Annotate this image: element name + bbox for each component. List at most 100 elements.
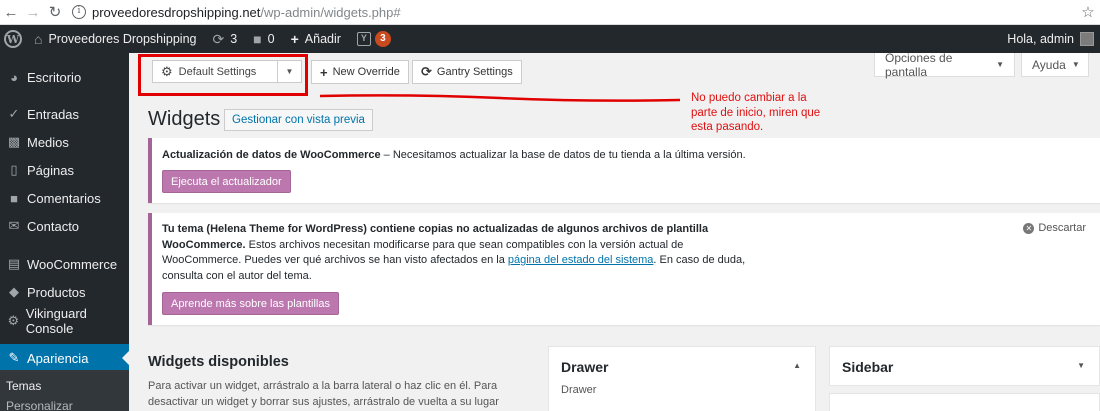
updates-count: 3 xyxy=(230,32,238,46)
media-icon: ▩ xyxy=(7,134,21,149)
comments-count: 0 xyxy=(267,32,275,46)
sidebar-item-vikinguard[interactable]: ⚙ Vikinguard Console xyxy=(0,306,129,336)
sidebar-item-label: Entradas xyxy=(27,106,80,122)
wordpress-logo-icon: W xyxy=(4,30,22,48)
sidebar-item-comentarios[interactable]: ■ Comentarios xyxy=(0,184,129,212)
system-status-link[interactable]: página del estado del sistema xyxy=(508,254,654,266)
forward-icon[interactable]: → xyxy=(22,1,44,23)
help-label: Ayuda xyxy=(1032,57,1066,72)
sidebar-item-label: Vikinguard Console xyxy=(25,306,87,336)
gantry-settings-button[interactable]: ⟳ Gantry Settings xyxy=(412,60,522,84)
sidebar-item-label: Contacto xyxy=(27,218,80,234)
sidebar-item-escritorio[interactable]: ◕ Escritorio xyxy=(0,63,129,91)
gantry-settings-label: Gantry Settings xyxy=(436,66,513,78)
sidebar-item-label: Páginas xyxy=(27,162,74,178)
learn-templates-button[interactable]: Aprende más sobre las plantillas xyxy=(162,292,339,315)
comment-icon: ■ xyxy=(253,31,262,47)
caret-down-icon: ▼ xyxy=(996,60,1004,69)
available-widgets-desc: Para activar un widget, arrástralo a la … xyxy=(148,380,499,408)
caret-down-icon: ▼ xyxy=(1071,60,1080,69)
updates-icon: ⟳ xyxy=(212,30,225,47)
sidebar-item-apariencia[interactable]: ✎ Apariencia xyxy=(0,344,129,372)
theme-copies-notice: Tu tema (Helena Theme for WordPress) con… xyxy=(148,213,1100,325)
sidebar-item-paginas[interactable]: ▯ Páginas xyxy=(0,156,129,184)
my-account-menu[interactable]: Hola, admin xyxy=(1007,32,1100,46)
caret-up-icon[interactable]: ▲ xyxy=(793,361,801,370)
submenu-item-temas[interactable]: Temas xyxy=(0,370,129,393)
highlight-box xyxy=(138,54,308,96)
widget-area-next[interactable] xyxy=(829,393,1100,411)
manage-live-preview-button[interactable]: Gestionar con vista previa xyxy=(224,109,373,131)
annotation-line xyxy=(320,94,680,102)
woo-update-notice: Actualización de datos de WooCommerce – … xyxy=(148,138,1100,203)
greeting: Hola, admin xyxy=(1007,32,1074,46)
comments-link[interactable]: ■ 0 xyxy=(245,25,282,53)
add-new-label: Añadir xyxy=(304,32,341,46)
dismiss-label: Descartar xyxy=(1038,222,1086,234)
browser-toolbar: ← → ↻ i proveedoresdropshipping.net/wp-a… xyxy=(0,0,1100,25)
avatar xyxy=(1080,32,1094,46)
new-override-label: New Override xyxy=(332,66,400,78)
sidebar-item-woocommerce[interactable]: ▤ WooCommerce xyxy=(0,250,129,278)
comments-icon: ■ xyxy=(10,190,18,206)
mail-icon: ✉ xyxy=(8,218,20,233)
widget-area-desc: Drawer xyxy=(561,384,597,396)
wp-logo-menu[interactable]: W xyxy=(0,25,26,53)
sidebar-item-label: Medios xyxy=(27,134,69,150)
widget-area-title: Drawer xyxy=(561,359,609,375)
new-override-button[interactable]: + New Override xyxy=(311,60,409,84)
sidebar-item-label: Comentarios xyxy=(27,190,101,206)
site-name-link[interactable]: ⌂ Proveedores Dropshipping xyxy=(26,25,204,53)
back-icon[interactable]: ← xyxy=(0,1,22,23)
dashboard-icon: ◕ xyxy=(10,69,18,85)
widget-area-title: Sidebar xyxy=(842,359,894,375)
woo-icon: ▤ xyxy=(7,256,21,271)
home-icon: ⌂ xyxy=(34,31,43,47)
pin-icon: ✓ xyxy=(8,106,20,121)
yoast-icon: Y xyxy=(356,32,371,46)
submenu-item-personalizar[interactable]: Personalizar xyxy=(0,393,129,411)
dismiss-button[interactable]: ✕ Descartar xyxy=(1023,222,1086,234)
refresh-icon: ⟳ xyxy=(421,64,432,79)
address-bar[interactable]: i proveedoresdropshipping.net/wp-admin/w… xyxy=(72,5,1076,20)
help-button[interactable]: Ayuda ▼ xyxy=(1021,53,1089,77)
yoast-count-badge: 3 xyxy=(374,31,391,47)
sidebar-item-label: Apariencia xyxy=(27,350,89,366)
site-name: Proveedores Dropshipping xyxy=(48,32,197,46)
sidebar-item-label: WooCommerce xyxy=(27,256,118,272)
pages-icon: ▯ xyxy=(10,162,18,177)
bookmark-star-icon[interactable]: ☆ xyxy=(1076,3,1100,21)
box-icon: ◆ xyxy=(9,284,19,299)
widget-area-sidebar[interactable]: Sidebar ▼ xyxy=(829,346,1100,386)
add-new-menu[interactable]: + Añadir xyxy=(283,25,349,53)
screen-options-label: Opciones de pantalla xyxy=(885,50,953,79)
available-widgets-title: Widgets disponibles xyxy=(148,354,289,370)
reload-icon[interactable]: ↻ xyxy=(44,1,66,23)
close-icon: ✕ xyxy=(1023,222,1035,234)
admin-sidebar: ◕ Escritorio ✓ Entradas ▩ Medios ▯ Páginas ■… xyxy=(0,53,129,411)
gear-icon: ⚙ xyxy=(7,313,20,328)
caret-down-icon[interactable]: ▼ xyxy=(1077,361,1085,370)
brush-icon: ✎ xyxy=(8,350,20,365)
screen-options-button[interactable]: Opciones de pantalla ▼ xyxy=(874,50,1015,79)
sidebar-item-contacto[interactable]: ✉ Contacto xyxy=(0,212,129,240)
appearance-submenu: Temas Personalizar xyxy=(0,370,129,411)
sidebar-item-medios[interactable]: ▩ Medios xyxy=(0,128,129,156)
notice-text: Tu tema (Helena Theme for WordPress) con… xyxy=(162,223,746,282)
notice-text: Actualización de datos de WooCommerce – … xyxy=(162,149,746,161)
sidebar-item-label: Escritorio xyxy=(27,69,82,85)
sidebar-item-label: Productos xyxy=(27,284,86,300)
info-icon[interactable]: i xyxy=(72,5,86,19)
annotation-text: No puedo cambiar a la parte de inicio, m… xyxy=(691,92,821,133)
widget-area-drawer[interactable]: Drawer ▲ Drawer xyxy=(548,346,816,411)
admin-bar: W ⌂ Proveedores Dropshipping ⟳ 3 ■ 0 + A… xyxy=(0,25,1100,53)
url-host: proveedoresdropshipping.net xyxy=(92,4,261,20)
sidebar-item-entradas[interactable]: ✓ Entradas xyxy=(0,100,129,128)
plus-icon: + xyxy=(320,64,328,80)
updates-link[interactable]: ⟳ 3 xyxy=(204,25,245,53)
yoast-menu[interactable]: Y 3 xyxy=(349,25,399,53)
sidebar-item-productos[interactable]: ◆ Productos xyxy=(0,278,129,306)
run-updater-button[interactable]: Ejecuta el actualizador xyxy=(162,170,291,193)
url-path: /wp-admin/widgets.php# xyxy=(260,4,401,20)
page-title: Widgets xyxy=(148,108,221,130)
